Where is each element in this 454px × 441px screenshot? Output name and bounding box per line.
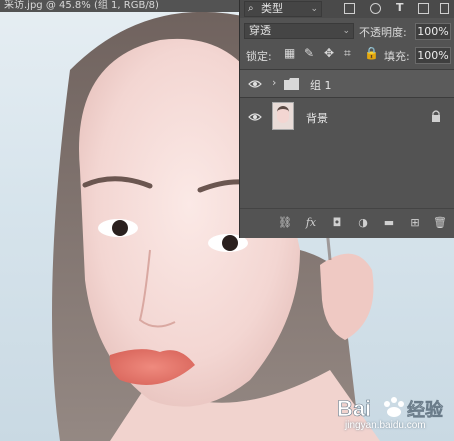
search-icon: ⌕ bbox=[248, 3, 254, 14]
layer-filter-row: ⌕ 类型 ⌄ T bbox=[240, 0, 454, 18]
chevron-down-icon: ⌄ bbox=[310, 4, 318, 14]
layer-name-background[interactable]: 背景 bbox=[306, 110, 328, 126]
add-mask-icon[interactable]: ◘ bbox=[330, 216, 344, 230]
lock-image-brush-icon[interactable]: ✎ bbox=[304, 46, 314, 60]
lock-icon bbox=[432, 110, 440, 122]
adjustment-layer-icon[interactable]: ◑ bbox=[356, 216, 370, 230]
eye-icon[interactable] bbox=[248, 79, 262, 89]
opacity-field[interactable]: 100% bbox=[415, 23, 451, 40]
watermark-url: jingyan.baidu.com bbox=[345, 420, 426, 431]
fx-icon[interactable]: fx bbox=[304, 216, 318, 230]
blend-mode-dropdown[interactable]: 穿透 ⌄ bbox=[244, 23, 354, 39]
lock-all-icon[interactable]: 🔒 bbox=[364, 46, 379, 60]
lock-transparent-icon[interactable]: ▦ bbox=[284, 46, 295, 60]
link-layers-icon[interactable]: ⛓ bbox=[278, 216, 292, 230]
document-tab[interactable]: 采访.jpg @ 45.8% (组 1, RGB/8) bbox=[0, 0, 240, 12]
svg-text:Bai: Bai bbox=[337, 396, 371, 421]
filter-shape-icon[interactable] bbox=[418, 3, 429, 14]
blend-row: 穿透 ⌄ 不透明度: 100% bbox=[240, 19, 454, 43]
watermark: Bai 经验 jingyan.baidu.com bbox=[335, 388, 450, 438]
lock-position-icon[interactable]: ✥ bbox=[324, 46, 334, 60]
lock-artboard-icon[interactable]: ⌗ bbox=[344, 46, 351, 61]
blend-mode-value: 穿透 bbox=[249, 24, 271, 37]
expand-chevron-icon[interactable]: › bbox=[272, 76, 276, 89]
layer-name-group[interactable]: 组 1 bbox=[310, 77, 332, 93]
filter-kind-dropdown[interactable]: ⌕ 类型 ⌄ bbox=[244, 1, 322, 17]
fill-field[interactable]: 100% bbox=[415, 47, 451, 64]
eye-icon[interactable] bbox=[248, 112, 262, 122]
filter-smart-object-icon[interactable] bbox=[440, 3, 449, 14]
chevron-down-icon: ⌄ bbox=[342, 26, 350, 36]
layer-thumbnail bbox=[272, 102, 294, 130]
new-group-icon[interactable]: ▬ bbox=[382, 216, 396, 230]
trash-icon[interactable]: 🗑 bbox=[433, 216, 447, 230]
filter-type-icon[interactable]: T bbox=[396, 1, 404, 14]
fill-label: 填充: bbox=[384, 50, 410, 63]
opacity-label: 不透明度: bbox=[359, 26, 407, 39]
layers-footer: ⛓ fx ◘ ◑ ▬ ⊞ 🗑 bbox=[240, 208, 454, 237]
filter-kind-label: 类型 bbox=[261, 2, 283, 15]
folder-icon bbox=[284, 78, 299, 90]
lock-label: 锁定: bbox=[246, 50, 272, 63]
lock-row: 锁定: ▦ ✎ ✥ ⌗ 🔒 填充: 100% bbox=[240, 43, 454, 67]
new-layer-icon[interactable]: ⊞ bbox=[408, 216, 422, 230]
svg-text:经验: 经验 bbox=[407, 399, 444, 421]
layer-row-background[interactable]: 背景 bbox=[240, 97, 454, 135]
layers-panel: ⌕ 类型 ⌄ T 穿透 ⌄ 不透明度: 100% 锁定: ▦ ✎ ✥ ⌗ 🔒 填… bbox=[239, 0, 454, 238]
filter-pixel-icon[interactable] bbox=[344, 3, 355, 14]
filter-adjustment-icon[interactable] bbox=[370, 3, 381, 14]
layer-row-group[interactable]: › 组 1 bbox=[240, 69, 454, 97]
